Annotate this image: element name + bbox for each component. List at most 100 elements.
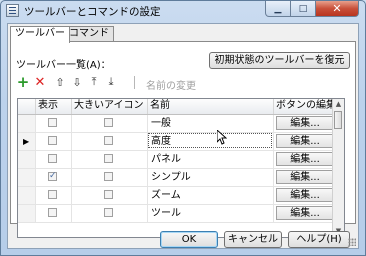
large-icon-checkbox[interactable]: [104, 154, 113, 163]
show-checkbox[interactable]: ✓: [48, 172, 57, 181]
rename-button[interactable]: 名前の変更: [146, 77, 196, 92]
edit-buttons-button[interactable]: 編集...: [276, 170, 334, 184]
dialog-client: ツールバー コマンド ツールバー一覧(A)： 初期状態のツールバーを復元 + ✕…: [7, 23, 359, 249]
dialog-buttons: OK キャンセル ヘルプ(H): [8, 231, 360, 248]
table-row[interactable]: パネル 編集...: [18, 151, 338, 169]
header-rowhead: [18, 99, 36, 114]
move-up-icon[interactable]: ⇧: [53, 75, 67, 89]
large-icon-checkbox[interactable]: [104, 136, 113, 145]
add-icon[interactable]: +: [16, 73, 30, 91]
large-icon-checkbox[interactable]: [104, 190, 113, 199]
toolbar-name: パネル: [151, 154, 181, 165]
show-cell: [36, 205, 72, 222]
header-large-icon[interactable]: 大きいアイコン: [72, 99, 148, 114]
large-icon-cell: [72, 187, 148, 204]
row-header[interactable]: [18, 187, 36, 204]
move-down-icon[interactable]: ⇩: [70, 75, 84, 89]
edit-buttons-button[interactable]: 編集...: [276, 134, 334, 148]
large-icon-cell: [72, 205, 148, 222]
large-icon-checkbox[interactable]: [104, 172, 113, 181]
name-cell[interactable]: 高度: [148, 133, 274, 150]
large-icon-checkbox[interactable]: [104, 208, 113, 217]
grid-header: 表示 大きいアイコン 名前 ボタンの編集: [18, 99, 344, 115]
window-title: ツールバーとコマンドの設定: [24, 6, 161, 18]
table-row[interactable]: ツール 編集...: [18, 205, 338, 223]
vertical-scrollbar[interactable]: ▲ ▼: [332, 99, 344, 237]
edit-buttons-button[interactable]: 編集...: [276, 152, 334, 166]
dialog-window: ツールバーとコマンドの設定 ▁ □ ✕ ツールバー コマンド ツールバー一覧(A…: [0, 0, 366, 256]
close-button[interactable]: ✕: [316, 1, 359, 17]
show-checkbox[interactable]: [48, 190, 57, 199]
large-icon-cell: [72, 151, 148, 168]
move-bottom-icon[interactable]: ⤓: [104, 75, 118, 89]
header-show[interactable]: 表示: [36, 99, 72, 114]
title-bar[interactable]: ツールバーとコマンドの設定 ▁ □ ✕: [1, 1, 365, 21]
show-checkbox[interactable]: [48, 136, 57, 145]
toolbar-name: シンプル: [151, 172, 191, 183]
show-cell: [36, 151, 72, 168]
toolbar-list-label: ツールバー一覧(A)：: [16, 60, 111, 71]
header-edit-buttons[interactable]: ボタンの編集: [274, 99, 338, 114]
table-row[interactable]: ズーム 編集...: [18, 187, 338, 205]
move-top-icon[interactable]: ⤒: [87, 75, 101, 89]
edit-cell: 編集...: [274, 205, 338, 222]
edit-cell: 編集...: [274, 115, 338, 132]
row-header[interactable]: [18, 115, 36, 132]
delete-icon[interactable]: ✕: [33, 75, 47, 90]
maximize-icon: □: [298, 3, 308, 14]
name-cell[interactable]: ズーム: [148, 187, 274, 204]
edit-cell: 編集...: [274, 187, 338, 204]
close-icon: ✕: [332, 2, 342, 15]
name-cell[interactable]: パネル: [148, 151, 274, 168]
show-cell: [36, 187, 72, 204]
row-header[interactable]: [18, 205, 36, 222]
show-checkbox[interactable]: [48, 154, 57, 163]
header-name[interactable]: 名前: [148, 99, 274, 114]
ok-button[interactable]: OK: [160, 231, 218, 248]
list-toolbar: + ✕ ⇧ ⇩ ⤒ ⤓ 名前の変更: [16, 73, 350, 92]
help-button[interactable]: ヘルプ(H): [288, 231, 350, 248]
toolbar-name: 一般: [151, 118, 171, 129]
large-icon-cell: [72, 115, 148, 132]
large-icon-checkbox[interactable]: [104, 118, 113, 127]
edit-buttons-button[interactable]: 編集...: [276, 116, 334, 130]
caption-buttons: ▁ □ ✕: [265, 1, 359, 18]
row-header[interactable]: ▶: [18, 133, 36, 150]
edit-buttons-button[interactable]: 編集...: [276, 188, 334, 202]
toolbar-name: ズーム: [151, 190, 181, 201]
minimize-button[interactable]: ▁: [265, 1, 291, 17]
show-checkbox[interactable]: [48, 118, 57, 127]
large-icon-cell: [72, 169, 148, 186]
table-row[interactable]: ▶ 高度 編集...: [18, 133, 338, 151]
current-row-icon: ▶: [23, 137, 30, 146]
row-header[interactable]: [18, 169, 36, 186]
name-cell[interactable]: シンプル: [148, 169, 274, 186]
resize-grip[interactable]: [348, 238, 356, 246]
maximize-button[interactable]: □: [291, 1, 316, 17]
edit-cell: 編集...: [274, 151, 338, 168]
edit-buttons-button[interactable]: 編集...: [276, 206, 334, 220]
tab-commands[interactable]: コマンド: [64, 26, 114, 41]
restore-defaults-button[interactable]: 初期状態のツールバーを復元: [209, 52, 350, 69]
show-cell: ✓: [36, 169, 72, 186]
table-row[interactable]: 一般 編集...: [18, 115, 338, 133]
row-header[interactable]: [18, 151, 36, 168]
table-row[interactable]: ✓ シンプル 編集...: [18, 169, 338, 187]
cancel-button[interactable]: キャンセル: [224, 231, 282, 248]
toolbar-grid[interactable]: 表示 大きいアイコン 名前 ボタンの編集 一般 編集... ▶ 高度 編集... パネル編…: [17, 98, 345, 238]
minimize-icon: ▁: [274, 3, 282, 14]
show-checkbox[interactable]: [48, 208, 57, 217]
app-icon: [6, 4, 19, 17]
focus-rect: [148, 133, 272, 148]
show-cell: [36, 115, 72, 132]
name-cell[interactable]: ツール: [148, 205, 274, 222]
name-cell[interactable]: 一般: [148, 115, 274, 132]
scroll-thumb[interactable]: [334, 111, 342, 129]
edit-cell: 編集...: [274, 133, 338, 150]
scroll-up-icon[interactable]: ▲: [333, 99, 344, 110]
edit-cell: 編集...: [274, 169, 338, 186]
toolbars-panel: ツールバー一覧(A)： 初期状態のツールバーを復元 + ✕ ⇧ ⇩ ⤒ ⤓ 名前…: [10, 41, 356, 238]
tab-toolbars[interactable]: ツールバー: [10, 26, 70, 43]
toolbar-name: ツール: [151, 208, 181, 219]
toolbar-separator: [134, 76, 135, 89]
